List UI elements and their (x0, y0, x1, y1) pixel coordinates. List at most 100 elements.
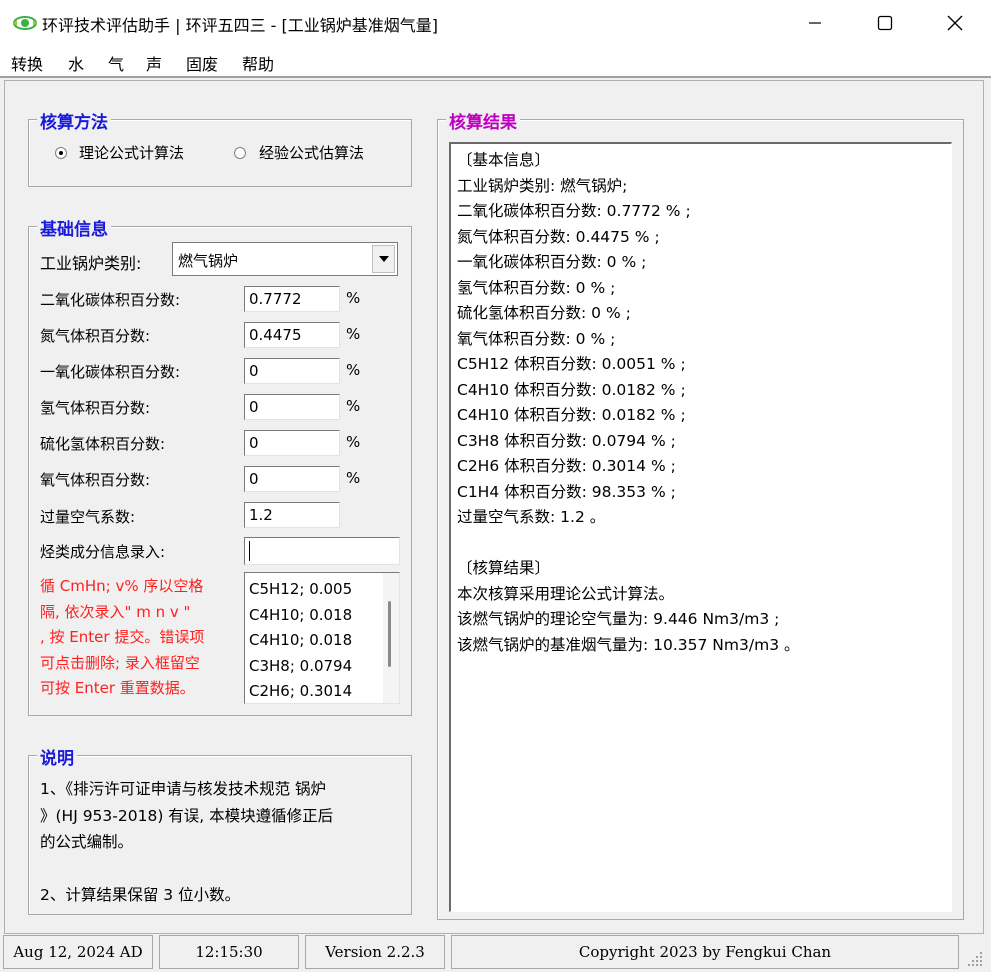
radio-theory-label[interactable]: 理论公式计算法 (79, 142, 184, 163)
h2-label: 氢气体积百分数: (40, 399, 151, 417)
radio-theory[interactable] (55, 147, 67, 159)
note-line: 2、计算结果保留 3 位小数。 (40, 886, 241, 904)
h2s-label: 硫化氢体积百分数: (40, 435, 166, 453)
result-line: 硫化氢体积百分数: 0 % ; (457, 304, 631, 322)
radio-empirical-label[interactable]: 经验公式估算法 (259, 142, 364, 163)
hint-text: 循 CmHn; v% 序以空格 隔, 依次录入" m n v " , 按 Ent… (40, 574, 245, 702)
title-bar: 环评技术评估助手 | 环评五四三 - [工业锅炉基准烟气量] (0, 0, 991, 46)
result-line: C4H10 体积百分数: 0.0182 % ; (457, 406, 686, 424)
result-line: C3H8 体积百分数: 0.0794 % ; (457, 431, 676, 450)
close-button[interactable] (920, 0, 990, 46)
result-line: 过量空气系数: 1.2 。 (457, 508, 606, 526)
result-line: 〔核算结果〕 (457, 559, 551, 577)
menu-solid-waste[interactable]: 固废 (186, 51, 218, 75)
list-item[interactable]: C3H8; 0.0794 (249, 654, 373, 680)
result-line: 本次核算采用理论公式计算法。 (457, 584, 675, 603)
notes-group: 说明 1、《排污许可证申请与核发技术规范 锅炉 》(HJ 953-2018) 有… (28, 744, 412, 915)
menu-bar: 转换 水 气 声 固废 帮助 (0, 46, 991, 76)
list-item[interactable]: C4H10; 0.018 (249, 603, 373, 629)
result-line: 氧气体积百分数: 0 % ; (457, 329, 616, 348)
boiler-type-select[interactable]: 燃气锅炉 (172, 242, 398, 276)
maximize-button[interactable] (850, 0, 920, 46)
app-logo-icon (13, 16, 37, 30)
window-title: 环评技术评估助手 | 环评五四三 - [工业锅炉基准烟气量] (42, 16, 438, 35)
chevron-down-icon (378, 256, 389, 262)
hydrocarbon-input[interactable] (244, 537, 400, 565)
hydrocarbon-list[interactable]: C5H12; 0.005 C4H10; 0.018 C4H10; 0.018 C… (244, 572, 400, 704)
status-date: Aug 12, 2024 AD (3, 935, 153, 969)
hint-line: 可点击删除; 录入框留空 (40, 653, 200, 672)
note-line: 》(HJ 953-2018) 有误, 本模块遵循修正后 (40, 806, 334, 825)
method-title: 核算方法 (37, 108, 111, 133)
o2-input[interactable]: 0 (244, 466, 340, 492)
co-unit: % (346, 361, 361, 379)
boiler-type-value: 燃气锅炉 (178, 252, 239, 270)
menu-convert[interactable]: 转换 (11, 51, 43, 75)
h2-input[interactable]: 0 (244, 394, 340, 420)
status-version: Version 2.2.3 (305, 935, 445, 969)
menu-separator (0, 76, 991, 78)
note-line (40, 856, 410, 883)
result-line: 一氧化碳体积百分数: 0 % ; (457, 253, 647, 271)
list-scrollbar[interactable] (383, 573, 399, 703)
result-line: 氢气体积百分数: 0 % ; (457, 278, 616, 297)
radio-empirical[interactable] (234, 147, 246, 159)
maximize-icon (877, 15, 893, 31)
minimize-button[interactable] (780, 0, 850, 46)
n2-label: 氮气体积百分数: (40, 327, 151, 345)
close-icon (947, 15, 963, 31)
n2-input[interactable]: 0.4475 (244, 322, 340, 348)
list-item[interactable]: C4H10; 0.018 (249, 628, 373, 654)
list-item[interactable]: C5H12; 0.005 (249, 577, 373, 603)
result-line: C5H12 体积百分数: 0.0051 % ; (457, 355, 686, 373)
hint-line: , 按 Enter 提交。错误项 (40, 628, 205, 646)
co2-label: 二氧化碳体积百分数: (40, 291, 181, 309)
h2s-unit: % (346, 433, 361, 451)
menu-help[interactable]: 帮助 (242, 51, 274, 75)
co-input[interactable]: 0 (244, 358, 340, 384)
method-group: 核算方法 理论公式计算法 经验公式估算法 (28, 108, 412, 187)
h2s-input[interactable]: 0 (244, 430, 340, 456)
n2-unit: % (346, 325, 361, 343)
dropdown-button[interactable] (372, 245, 395, 273)
hint-line: 隔, 依次录入" m n v " (40, 602, 191, 621)
result-line: 二氧化碳体积百分数: 0.7772 % ; (457, 202, 691, 220)
minimize-icon (809, 22, 821, 24)
result-line: 〔基本信息〕 (457, 151, 551, 169)
result-line: C4H10 体积百分数: 0.0182 % ; (457, 380, 686, 399)
h2-unit: % (346, 397, 361, 415)
result-line: C1H4 体积百分数: 98.353 % ; (457, 482, 676, 501)
resize-grip-icon[interactable] (966, 950, 984, 968)
scrollbar-thumb[interactable] (388, 601, 391, 667)
excess-air-label: 过量空气系数: (40, 508, 136, 526)
o2-label: 氧气体积百分数: (40, 471, 151, 489)
result-line: 该燃气锅炉的理论空气量为: 9.446 Nm3/m3 ; (457, 610, 780, 628)
menu-water[interactable]: 水 (68, 51, 84, 75)
o2-unit: % (346, 469, 361, 487)
status-time: 12:15:30 (159, 935, 299, 969)
result-line: C2H6 体积百分数: 0.3014 % ; (457, 457, 676, 475)
list-item[interactable]: C2H6; 0.3014 (249, 679, 373, 703)
note-line: 1、《排污许可证申请与核发技术规范 锅炉 (40, 780, 327, 798)
result-line: 该燃气锅炉的基准烟气量为: 10.357 Nm3/m3 。 (457, 635, 800, 654)
result-line: 氮气体积百分数: 0.4475 % ; (457, 227, 660, 246)
menu-air[interactable]: 气 (108, 51, 124, 75)
status-copyright: Copyright 2023 by Fengkui Chan (451, 935, 959, 969)
hydrocarbon-label: 烃类成分信息录入: (40, 543, 166, 561)
result-title: 核算结果 (446, 108, 520, 133)
boiler-type-label: 工业锅炉类别: (40, 254, 142, 273)
notes-text: 1、《排污许可证申请与核发技术规范 锅炉 》(HJ 953-2018) 有误, … (40, 776, 410, 909)
hint-line: 可按 Enter 重置数据。 (40, 679, 195, 697)
result-textbox[interactable]: 〔基本信息〕 工业锅炉类别: 燃气锅炉; 二氧化碳体积百分数: 0.7772 %… (449, 142, 952, 912)
co2-input[interactable]: 0.7772 (244, 286, 340, 312)
basic-info-title: 基础信息 (37, 215, 111, 240)
text-cursor (249, 541, 250, 561)
hint-line: 循 CmHn; v% 序以空格 (40, 577, 204, 595)
co-label: 一氧化碳体积百分数: (40, 363, 181, 381)
excess-air-input[interactable]: 1.2 (244, 502, 340, 528)
co2-unit: % (346, 289, 361, 307)
notes-title: 说明 (37, 744, 77, 769)
result-line: 工业锅炉类别: 燃气锅炉; (457, 176, 628, 195)
note-line: 的公式编制。 (40, 833, 134, 851)
menu-noise[interactable]: 声 (146, 51, 162, 75)
